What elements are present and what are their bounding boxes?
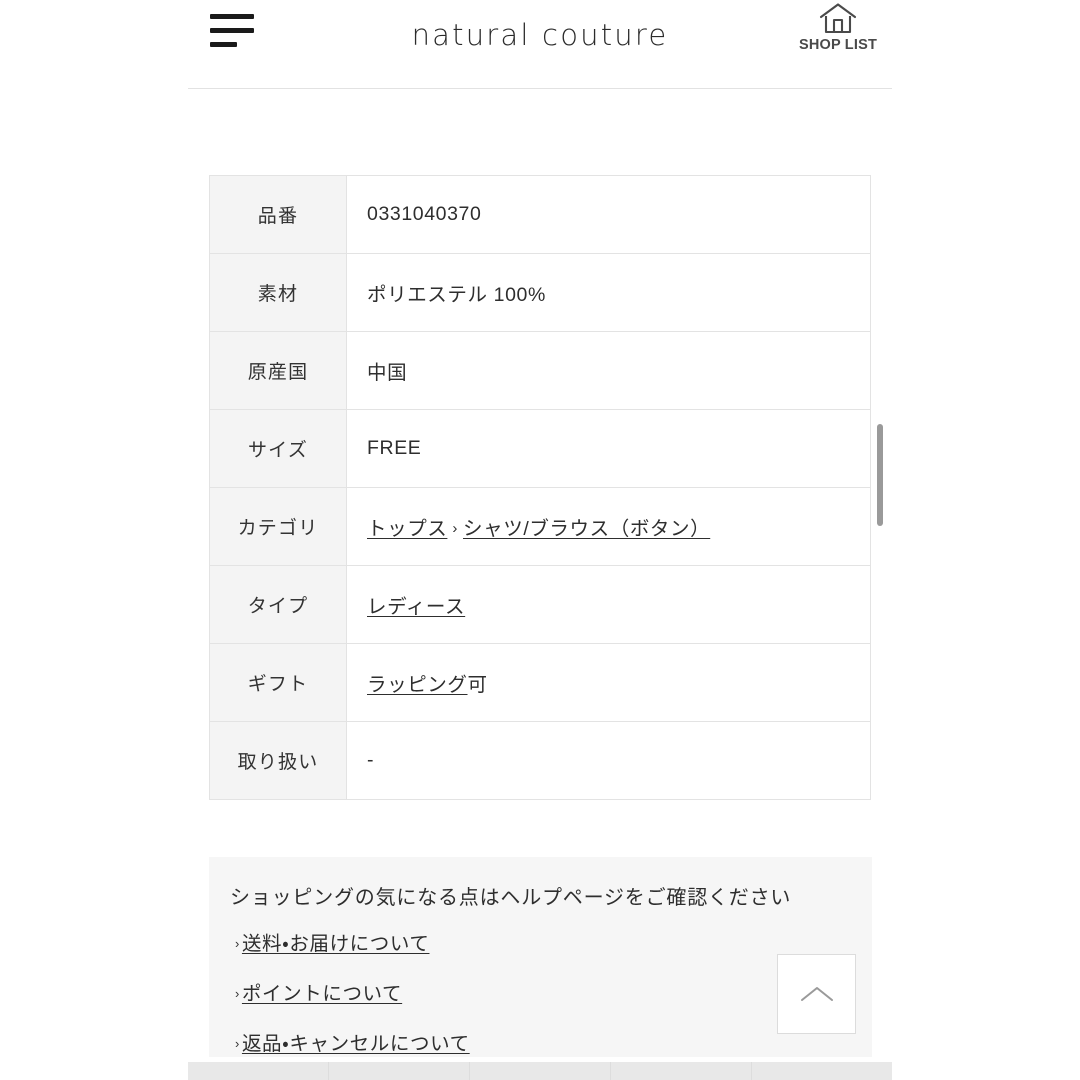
- table-row: 取り扱い -: [209, 721, 871, 800]
- spec-label-size: サイズ: [209, 409, 347, 488]
- spec-value-type: レディース: [346, 565, 871, 644]
- gift-link-wrapping[interactable]: ラッピング: [367, 674, 468, 696]
- scrollbar-track[interactable]: [877, 0, 884, 1080]
- left-gutter: [0, 0, 188, 1080]
- spec-value-gift: ラッピング可: [346, 643, 871, 722]
- list-item: › ポイントについて: [235, 977, 835, 1006]
- category-link-tops[interactable]: トップス: [367, 518, 447, 540]
- site-header: natural couture SHOP LIST: [188, 0, 892, 88]
- chevron-right-icon: ›: [235, 986, 240, 1001]
- spec-label-handling: 取り扱い: [209, 721, 347, 800]
- spec-value-handling: -: [346, 721, 871, 800]
- spec-label-hinban: 品番: [209, 175, 347, 254]
- table-row: カテゴリ トップス › シャツ/ブラウス（ボタン）: [209, 487, 871, 566]
- spec-value-category: トップス › シャツ/ブラウス（ボタン）: [346, 487, 871, 566]
- bottom-nav-item-3[interactable]: [470, 1062, 611, 1080]
- shop-list-label: SHOP LIST: [798, 37, 878, 53]
- chevron-right-icon: ›: [235, 1036, 240, 1051]
- bottom-nav-item-1[interactable]: [188, 1062, 329, 1080]
- page-root: natural couture SHOP LIST 品番 0331040370 …: [0, 0, 1080, 1080]
- help-link-list: › 送料・お届けについて › ポイントについて › 返品・キャンセルについて: [235, 927, 835, 1077]
- spec-label-gensankoku: 原産国: [209, 331, 347, 410]
- bottom-nav-item-2[interactable]: [329, 1062, 470, 1080]
- scrollbar-thumb[interactable]: [877, 424, 883, 526]
- category-link-shirts-blouse[interactable]: シャツ/ブラウス（ボタン）: [463, 518, 710, 540]
- spec-value-size: FREE: [346, 409, 871, 488]
- table-row: サイズ FREE: [209, 409, 871, 488]
- site-logo[interactable]: natural couture: [188, 18, 892, 52]
- help-link-shipping[interactable]: 送料・お届けについて: [242, 933, 430, 955]
- list-item: › 返品・キャンセルについて: [235, 1027, 835, 1056]
- spec-label-sozai: 素材: [209, 253, 347, 332]
- product-spec-table: 品番 0331040370 素材 ポリエステル 100% 原産国 中国 サイズ …: [209, 175, 871, 800]
- help-link-returns[interactable]: 返品・キャンセルについて: [242, 1033, 470, 1055]
- right-gutter: [892, 0, 1080, 1080]
- help-panel: ショッピングの気になる点はヘルプページをご確認ください › 送料・お届けについて …: [209, 857, 872, 1057]
- table-row: 素材 ポリエステル 100%: [209, 253, 871, 332]
- chevron-right-icon: ›: [235, 936, 240, 951]
- list-item: › 送料・お届けについて: [235, 927, 835, 956]
- category-separator: ›: [452, 520, 459, 537]
- spec-label-gift: ギフト: [209, 643, 347, 722]
- spec-label-type: タイプ: [209, 565, 347, 644]
- home-icon: [819, 3, 857, 34]
- header-divider: [188, 88, 892, 89]
- bottom-nav-item-5[interactable]: [752, 1062, 892, 1080]
- bottom-navigation-bar: [188, 1062, 892, 1080]
- chevron-up-icon: [800, 987, 833, 1001]
- scroll-to-top-button[interactable]: [777, 954, 856, 1034]
- type-link-ladies[interactable]: レディース: [367, 596, 465, 618]
- shop-list-button[interactable]: SHOP LIST: [790, 2, 886, 53]
- help-panel-title: ショッピングの気になる点はヘルプページをご確認ください: [230, 887, 792, 909]
- spec-value-gensankoku: 中国: [346, 331, 871, 410]
- help-link-points[interactable]: ポイントについて: [242, 983, 402, 1005]
- bottom-nav-item-4[interactable]: [611, 1062, 752, 1080]
- spec-value-hinban: 0331040370: [346, 175, 871, 254]
- table-row: 品番 0331040370: [209, 175, 871, 254]
- spec-label-category: カテゴリ: [209, 487, 347, 566]
- spec-value-sozai: ポリエステル 100%: [346, 253, 871, 332]
- table-row: タイプ レディース: [209, 565, 871, 644]
- table-row: 原産国 中国: [209, 331, 871, 410]
- gift-suffix: 可: [467, 674, 488, 696]
- table-row: ギフト ラッピング可: [209, 643, 871, 722]
